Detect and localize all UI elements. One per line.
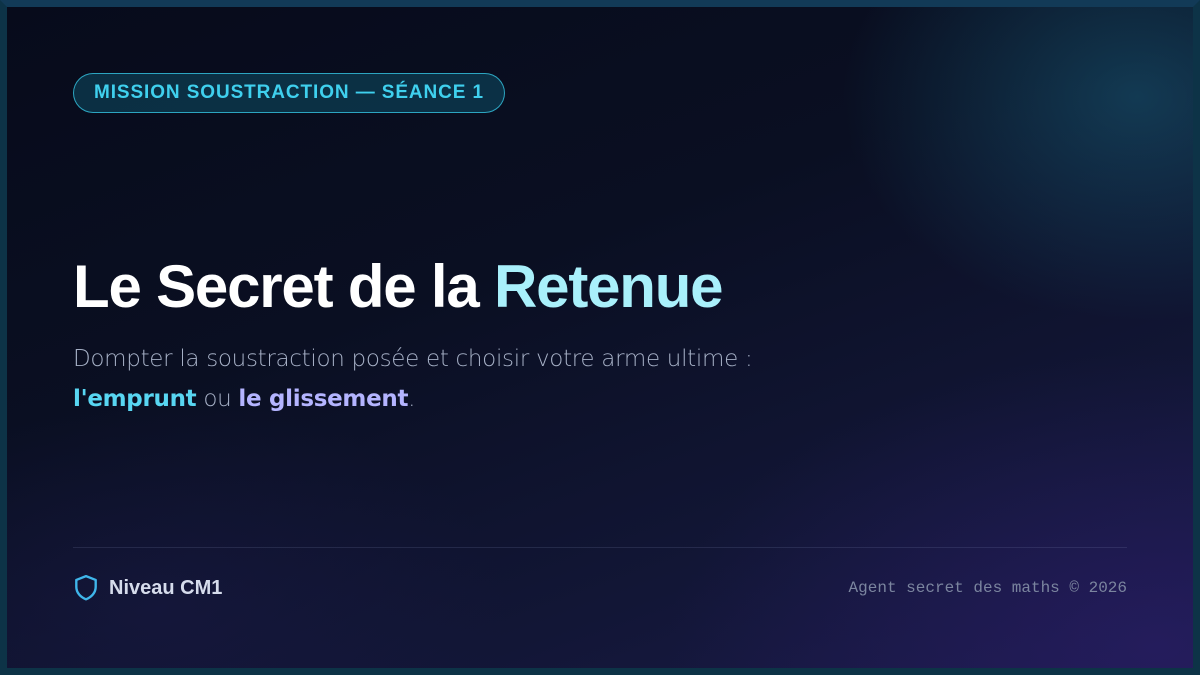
mission-badge-label: MISSION SOUSTRACTION — SÉANCE 1 <box>94 82 484 103</box>
shield-icon <box>73 574 99 602</box>
title-main: Le Secret de la <box>73 253 495 320</box>
page-title: Le Secret de la Retenue <box>73 251 724 323</box>
subtitle-line: Dompter la soustraction posée et choisir… <box>73 346 753 372</box>
level-indicator: Niveau CM1 <box>73 573 222 603</box>
option-emprunt: l'emprunt <box>73 386 197 412</box>
subtitle: Dompter la soustraction posée et choisir… <box>73 339 973 419</box>
subtitle-connector: ou <box>196 386 239 412</box>
option-glissement: le glissement <box>238 386 409 412</box>
slide: MISSION SOUSTRACTION — SÉANCE 1 Le Secre… <box>0 0 1200 675</box>
copyright-text: Agent secret des maths © 2026 <box>849 575 1127 601</box>
footer-divider <box>73 547 1127 548</box>
mission-badge: MISSION SOUSTRACTION — SÉANCE 1 <box>73 73 505 113</box>
title-accent: Retenue <box>494 253 724 320</box>
level-label: Niveau CM1 <box>109 576 223 599</box>
subtitle-end: . <box>408 386 416 412</box>
copyright-label: Agent secret des maths © 2026 <box>848 579 1127 597</box>
